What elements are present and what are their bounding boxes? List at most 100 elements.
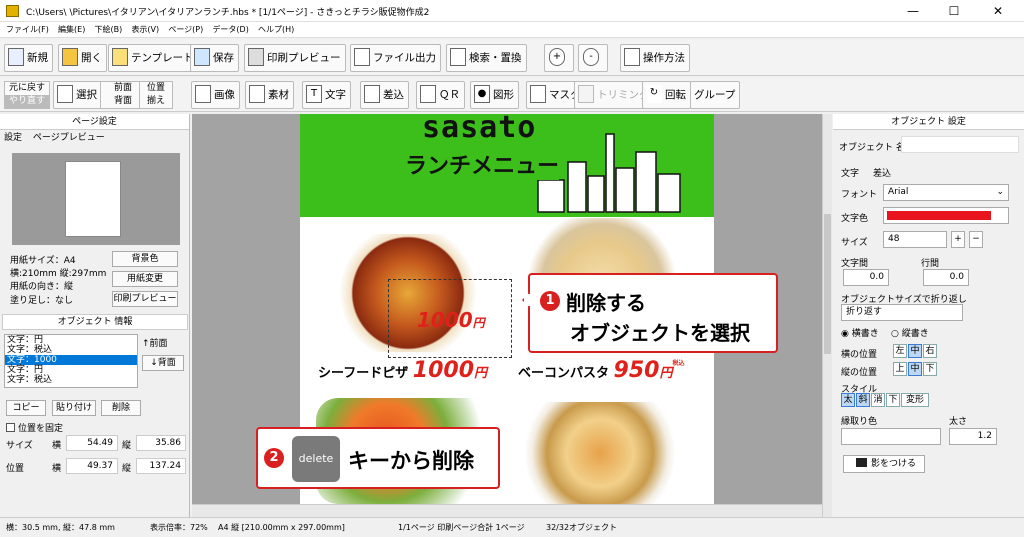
shadow-icon <box>855 458 867 467</box>
object-name-field[interactable] <box>901 136 1019 153</box>
pizza-caption[interactable]: シーフードピザ 1000円 <box>318 358 487 383</box>
background-color-button[interactable]: 背景色 <box>112 251 178 267</box>
menu-data[interactable]: データ(D) <box>212 22 248 38</box>
size-height-field[interactable]: 35.86 <box>136 435 186 451</box>
tab-page-preview[interactable]: ページプレビュー <box>33 133 105 143</box>
thickness-label: 太さ <box>949 417 968 427</box>
v-top-toggle[interactable]: 上 <box>893 362 907 376</box>
selected-price-text[interactable]: 1000円 <box>417 308 485 332</box>
list-item[interactable]: 文字：円 <box>5 335 137 345</box>
transform-toggle[interactable]: 変形 <box>901 393 929 407</box>
maximize-button[interactable]: ☐ <box>934 2 974 20</box>
image-button[interactable]: 画像 <box>191 81 240 109</box>
copy-button[interactable]: コピー <box>6 400 46 416</box>
close-button[interactable]: ✕ <box>978 2 1018 20</box>
align-position-button[interactable]: 位置 揃え <box>139 81 173 109</box>
v-middle-toggle[interactable]: 中 <box>908 362 922 376</box>
search-icon <box>450 48 466 66</box>
menu-page[interactable]: ページ(P) <box>168 22 203 38</box>
tab-insert[interactable]: 差込 <box>873 166 891 179</box>
line-spacing-field[interactable]: 0.0 <box>923 269 969 286</box>
paste-button[interactable]: 貼り付け <box>52 400 96 416</box>
list-item-selected[interactable]: 文字：1000 <box>5 355 137 365</box>
strike-toggle[interactable]: 消 <box>871 393 885 407</box>
redo-button[interactable]: やり直す <box>5 95 49 108</box>
size-decrease-button[interactable]: − <box>969 231 983 248</box>
new-button[interactable]: 新規 <box>4 44 53 72</box>
zoom-out-button[interactable]: - <box>578 44 608 72</box>
menu-file[interactable]: ファイル(F) <box>6 22 49 38</box>
font-select[interactable]: Arial ⌄ <box>883 184 1009 201</box>
save-button[interactable]: 保存 <box>190 44 239 72</box>
zoom-in-button[interactable]: + <box>544 44 574 72</box>
italic-toggle[interactable]: 斜 <box>856 393 870 407</box>
size-increase-button[interactable]: + <box>951 231 965 248</box>
shadow-button[interactable]: 影をつける <box>843 455 925 473</box>
rotate-button[interactable]: ↻ 回転 <box>642 81 691 109</box>
select-button[interactable]: 選択 <box>53 81 102 109</box>
paper-info: A4 縦 [210.00mm x 297.00mm] <box>218 523 345 532</box>
tab-text[interactable]: 文字 <box>841 166 859 179</box>
shrimp-pasta-photo[interactable] <box>518 402 682 504</box>
char-spacing-field[interactable]: 0.0 <box>843 269 889 286</box>
list-item[interactable]: 文字：税込 <box>5 345 137 355</box>
object-toolbar: 元に戻す やり直す 選択 前面 背面 位置 揃え 画像 素材 T 文字 差込 ＱＲ… <box>0 78 1024 112</box>
underline-toggle[interactable]: 下 <box>886 393 900 407</box>
h-left-toggle[interactable]: 左 <box>893 344 907 358</box>
step2-text: キーから削除 <box>348 449 474 473</box>
horizontal-radio[interactable]: ◉ 横書き <box>841 326 879 339</box>
h-pos-toggles: 左中右 <box>893 344 938 358</box>
scroll-thumb[interactable] <box>824 214 831 354</box>
printer-icon <box>248 48 264 66</box>
print-preview-button[interactable]: 印刷プレビュー <box>244 44 346 72</box>
list-item[interactable]: 文字：税込 <box>5 375 137 385</box>
vertical-scrollbar[interactable] <box>822 114 832 517</box>
group-button[interactable]: グループ <box>690 81 741 109</box>
list-item[interactable]: 文字：円 <box>5 365 137 375</box>
search-replace-button[interactable]: 検索・置換 <box>446 44 527 72</box>
menu-background[interactable]: 下絵(B) <box>95 22 123 38</box>
undo-button[interactable]: 元に戻す <box>5 82 49 95</box>
file-output-button[interactable]: ファイル出力 <box>350 44 441 72</box>
material-button[interactable]: 素材 <box>245 81 294 109</box>
horizontal-scrollbar[interactable] <box>192 504 822 517</box>
fix-position-checkbox[interactable]: 位置を固定 <box>6 421 63 434</box>
pasta-caption[interactable]: ベーコンパスタ 950円税込 <box>518 358 685 383</box>
step2-callout: 2 delete キーから削除 <box>256 427 500 489</box>
left-print-preview-button[interactable]: 印刷プレビュー <box>112 291 178 307</box>
menu-help[interactable]: ヘルプ(H) <box>258 22 294 38</box>
bold-toggle[interactable]: 太 <box>841 393 855 407</box>
qr-button[interactable]: ＱＲ <box>416 81 465 109</box>
minimize-button[interactable]: — <box>893 2 933 20</box>
shape-button[interactable]: ● 図形 <box>470 81 519 109</box>
step1-line2: オブジェクトを選択 <box>570 321 750 345</box>
template-button[interactable]: テンプレート <box>108 44 199 72</box>
v-bottom-toggle[interactable]: 下 <box>923 362 937 376</box>
fit-select[interactable]: 折り返す <box>841 304 963 321</box>
thickness-field[interactable]: 1.2 <box>949 428 997 445</box>
tab-settings[interactable]: 設定 <box>4 133 22 143</box>
menu-subtitle[interactable]: ランチメニュー <box>405 148 560 180</box>
font-size-select[interactable]: 48 <box>883 231 947 248</box>
menu-view[interactable]: 表示(V) <box>131 22 159 38</box>
text-button[interactable]: T 文字 <box>302 81 351 109</box>
outline-color-select[interactable] <box>841 428 941 445</box>
pos-y-field[interactable]: 137.24 <box>136 458 186 474</box>
change-paper-button[interactable]: 用紙変更 <box>112 271 178 287</box>
text-color-select[interactable] <box>883 207 1009 224</box>
menu-edit[interactable]: 編集(E) <box>58 22 85 38</box>
size-width-field[interactable]: 54.49 <box>66 435 118 451</box>
h-center-toggle[interactable]: 中 <box>908 344 922 358</box>
vertical-radio[interactable]: ○ 縦書き <box>891 326 929 339</box>
selection-handles[interactable]: 1000円 <box>388 279 512 358</box>
list-front-button[interactable]: ↑前面 <box>142 337 184 353</box>
open-button[interactable]: 開く <box>58 44 107 72</box>
insert-button[interactable]: 差込 <box>360 81 409 109</box>
brand-title[interactable]: sasato <box>422 114 536 143</box>
pos-x-field[interactable]: 49.37 <box>66 458 118 474</box>
help-button[interactable]: 操作方法 <box>620 44 690 72</box>
object-list[interactable]: 文字：円 文字：税込 文字：1000 文字：円 文字：税込 <box>4 334 138 388</box>
list-back-button[interactable]: ↓背面 <box>142 355 184 371</box>
delete-button[interactable]: 削除 <box>101 400 141 416</box>
h-right-toggle[interactable]: 右 <box>923 344 937 358</box>
